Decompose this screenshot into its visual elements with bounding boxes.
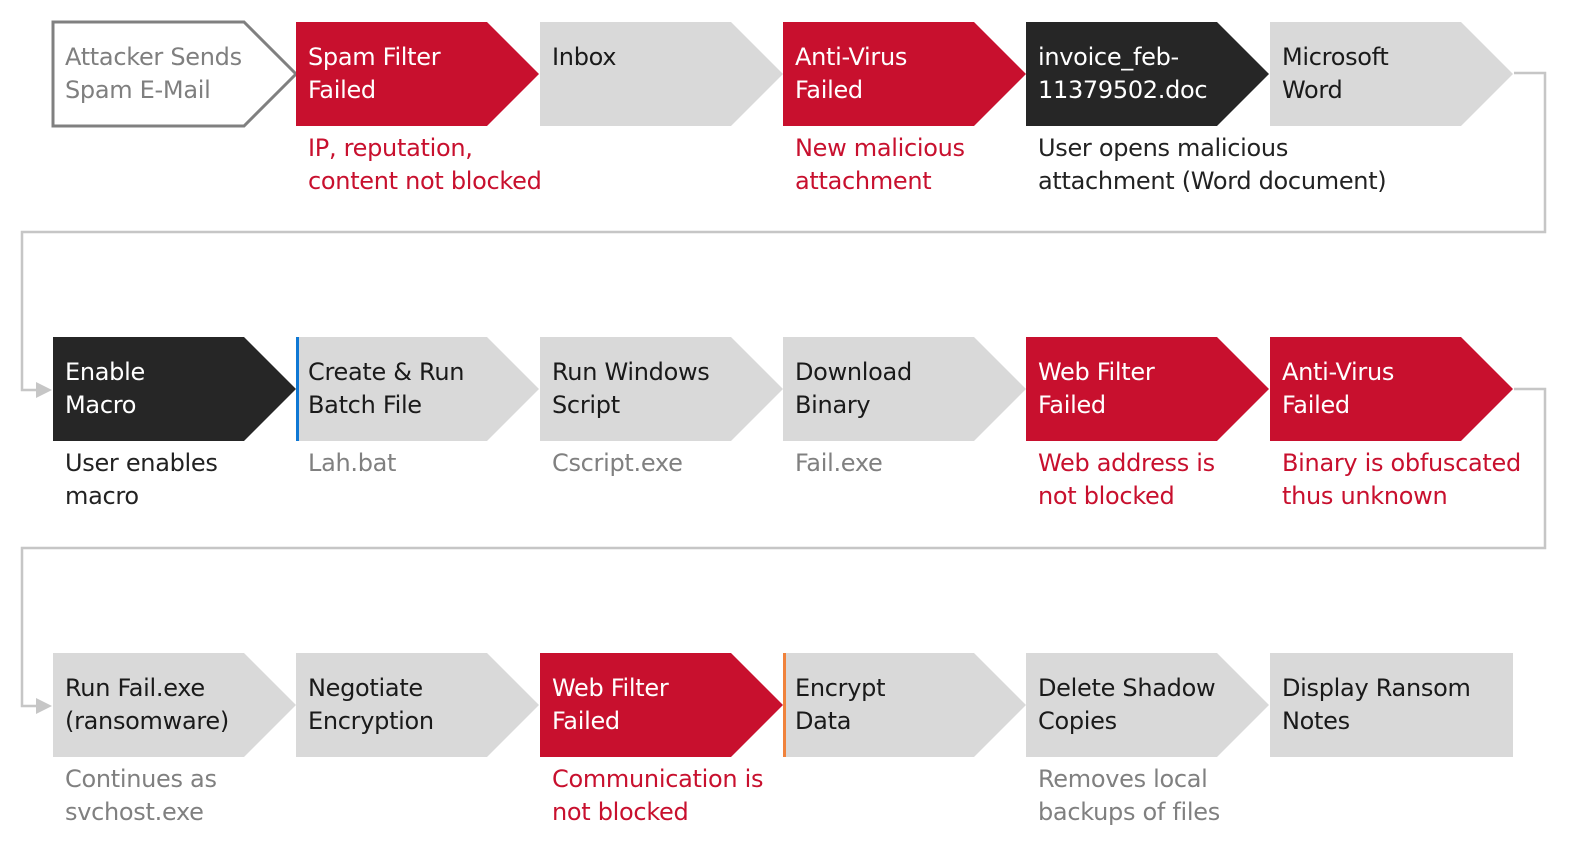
step-label: Spam Filter Failed — [308, 43, 441, 104]
step-3-3: Web Filter Failed — [540, 653, 783, 757]
chevron-shape — [540, 22, 783, 126]
step-note: Binary is obfuscated thus unknown — [1282, 449, 1521, 510]
step-note: Cscript.exe — [552, 449, 683, 477]
step-label: Anti-Virus Failed — [1282, 358, 1395, 419]
step-label: Delete Shadow Copies — [1038, 674, 1216, 735]
step-note: Continues as svchost.exe — [65, 765, 217, 826]
step-note: Communication is not blocked — [552, 765, 764, 826]
step-2-5: Web Filter Failed — [1026, 337, 1269, 441]
step-1-4: Anti-Virus Failed — [783, 22, 1026, 126]
step-label: Encrypt Data — [795, 674, 886, 735]
step-label: Attacker Sends Spam E-Mail — [65, 43, 242, 104]
step-label: Anti-Virus Failed — [795, 43, 908, 104]
step-note: Lah.bat — [308, 449, 397, 477]
step-shape — [540, 22, 783, 126]
step-3-4: Encrypt Data — [783, 653, 1026, 757]
step-1-3: Inbox — [540, 22, 783, 126]
step-2-4: Download Binary — [783, 337, 1026, 441]
attack-chain-diagram: Attacker Sends Spam E-Mail Spam Filter Fa… — [0, 0, 1569, 853]
step-note: IP, reputation, content not blocked — [308, 134, 542, 195]
step-1-2: Spam Filter Failed — [296, 22, 539, 126]
step-1-5: invoice_feb- 11379502.doc — [1026, 22, 1269, 126]
step-2-3: Run Windows Script — [540, 337, 783, 441]
step-label: invoice_feb- 11379502.doc — [1038, 43, 1208, 104]
step-note: Fail.exe — [795, 449, 883, 477]
arrowhead-row2 — [36, 382, 52, 398]
step-label: Download Binary — [795, 358, 912, 419]
step-label: Create & Run Batch File — [308, 358, 465, 419]
step-note: Removes local backups of files — [1038, 765, 1220, 826]
step-2-1: Enable Macro — [53, 337, 296, 441]
step-3-6: Display Ransom Notes — [1270, 653, 1513, 757]
accent-bar — [296, 337, 299, 441]
step-1-1: Attacker Sends Spam E-Mail — [51, 20, 299, 128]
step-note: New malicious attachment — [795, 134, 965, 195]
step-note: Web address is not blocked — [1038, 449, 1215, 510]
step-label: Web Filter Failed — [1038, 358, 1155, 419]
step-3-1: Run Fail.exe (ransomware) — [53, 653, 296, 757]
step-3-5: Delete Shadow Copies — [1026, 653, 1269, 757]
step-1-6: Microsoft Word — [1270, 22, 1513, 126]
step-label: Display Ransom Notes — [1282, 674, 1471, 735]
step-note: User enables macro — [65, 449, 218, 510]
step-label: Run Fail.exe (ransomware) — [65, 674, 229, 735]
accent-bar — [783, 653, 786, 757]
step-3-2: Negotiate Encryption — [296, 653, 539, 757]
step-2-2: Create & Run Batch File — [296, 337, 539, 441]
arrowhead-row3 — [36, 698, 52, 714]
step-label: Inbox — [552, 43, 617, 71]
step-label: Web Filter Failed — [552, 674, 669, 735]
step-note: User opens malicious attachment (Word do… — [1038, 134, 1387, 195]
step-label: Negotiate Encryption — [308, 674, 434, 735]
step-label: Run Windows Script — [552, 358, 710, 419]
step-2-6: Anti-Virus Failed — [1270, 337, 1513, 441]
step-label: Enable Macro — [65, 358, 145, 419]
step-label: Microsoft Word — [1282, 43, 1389, 104]
